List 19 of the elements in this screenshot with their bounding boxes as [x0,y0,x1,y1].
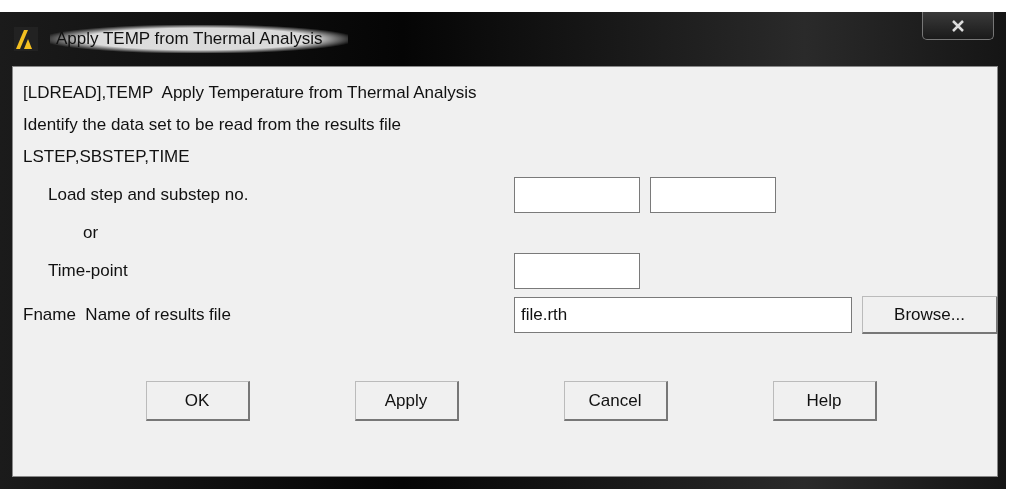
input-field[interactable] [514,253,640,289]
dialog-button[interactable]: Apply [354,381,459,421]
input-field[interactable]: file.rth [514,297,852,333]
label-text: [LDREAD],TEMP Apply Temperature from Thermal Analysis [23,83,478,103]
dialog-button[interactable]: OK [145,381,250,421]
label-text: or [83,223,100,243]
browse-button[interactable]: Browse... [862,296,998,334]
label-text: LSTEP,SBSTEP,TIME [23,147,191,167]
label-text: Identify the data set to be read from the results file [23,115,402,135]
input-field[interactable] [514,177,640,213]
dialog-button[interactable]: Help [772,381,877,421]
dialog-button[interactable]: Cancel [563,381,668,421]
field-label: Load step and substep no. [48,185,250,205]
close-button[interactable] [922,12,994,40]
input-field[interactable] [650,177,776,213]
logo-icon [14,27,38,51]
field-label: Fname Name of results file [23,305,232,325]
close-icon [952,19,964,32]
field-label: Time-point [48,261,129,281]
